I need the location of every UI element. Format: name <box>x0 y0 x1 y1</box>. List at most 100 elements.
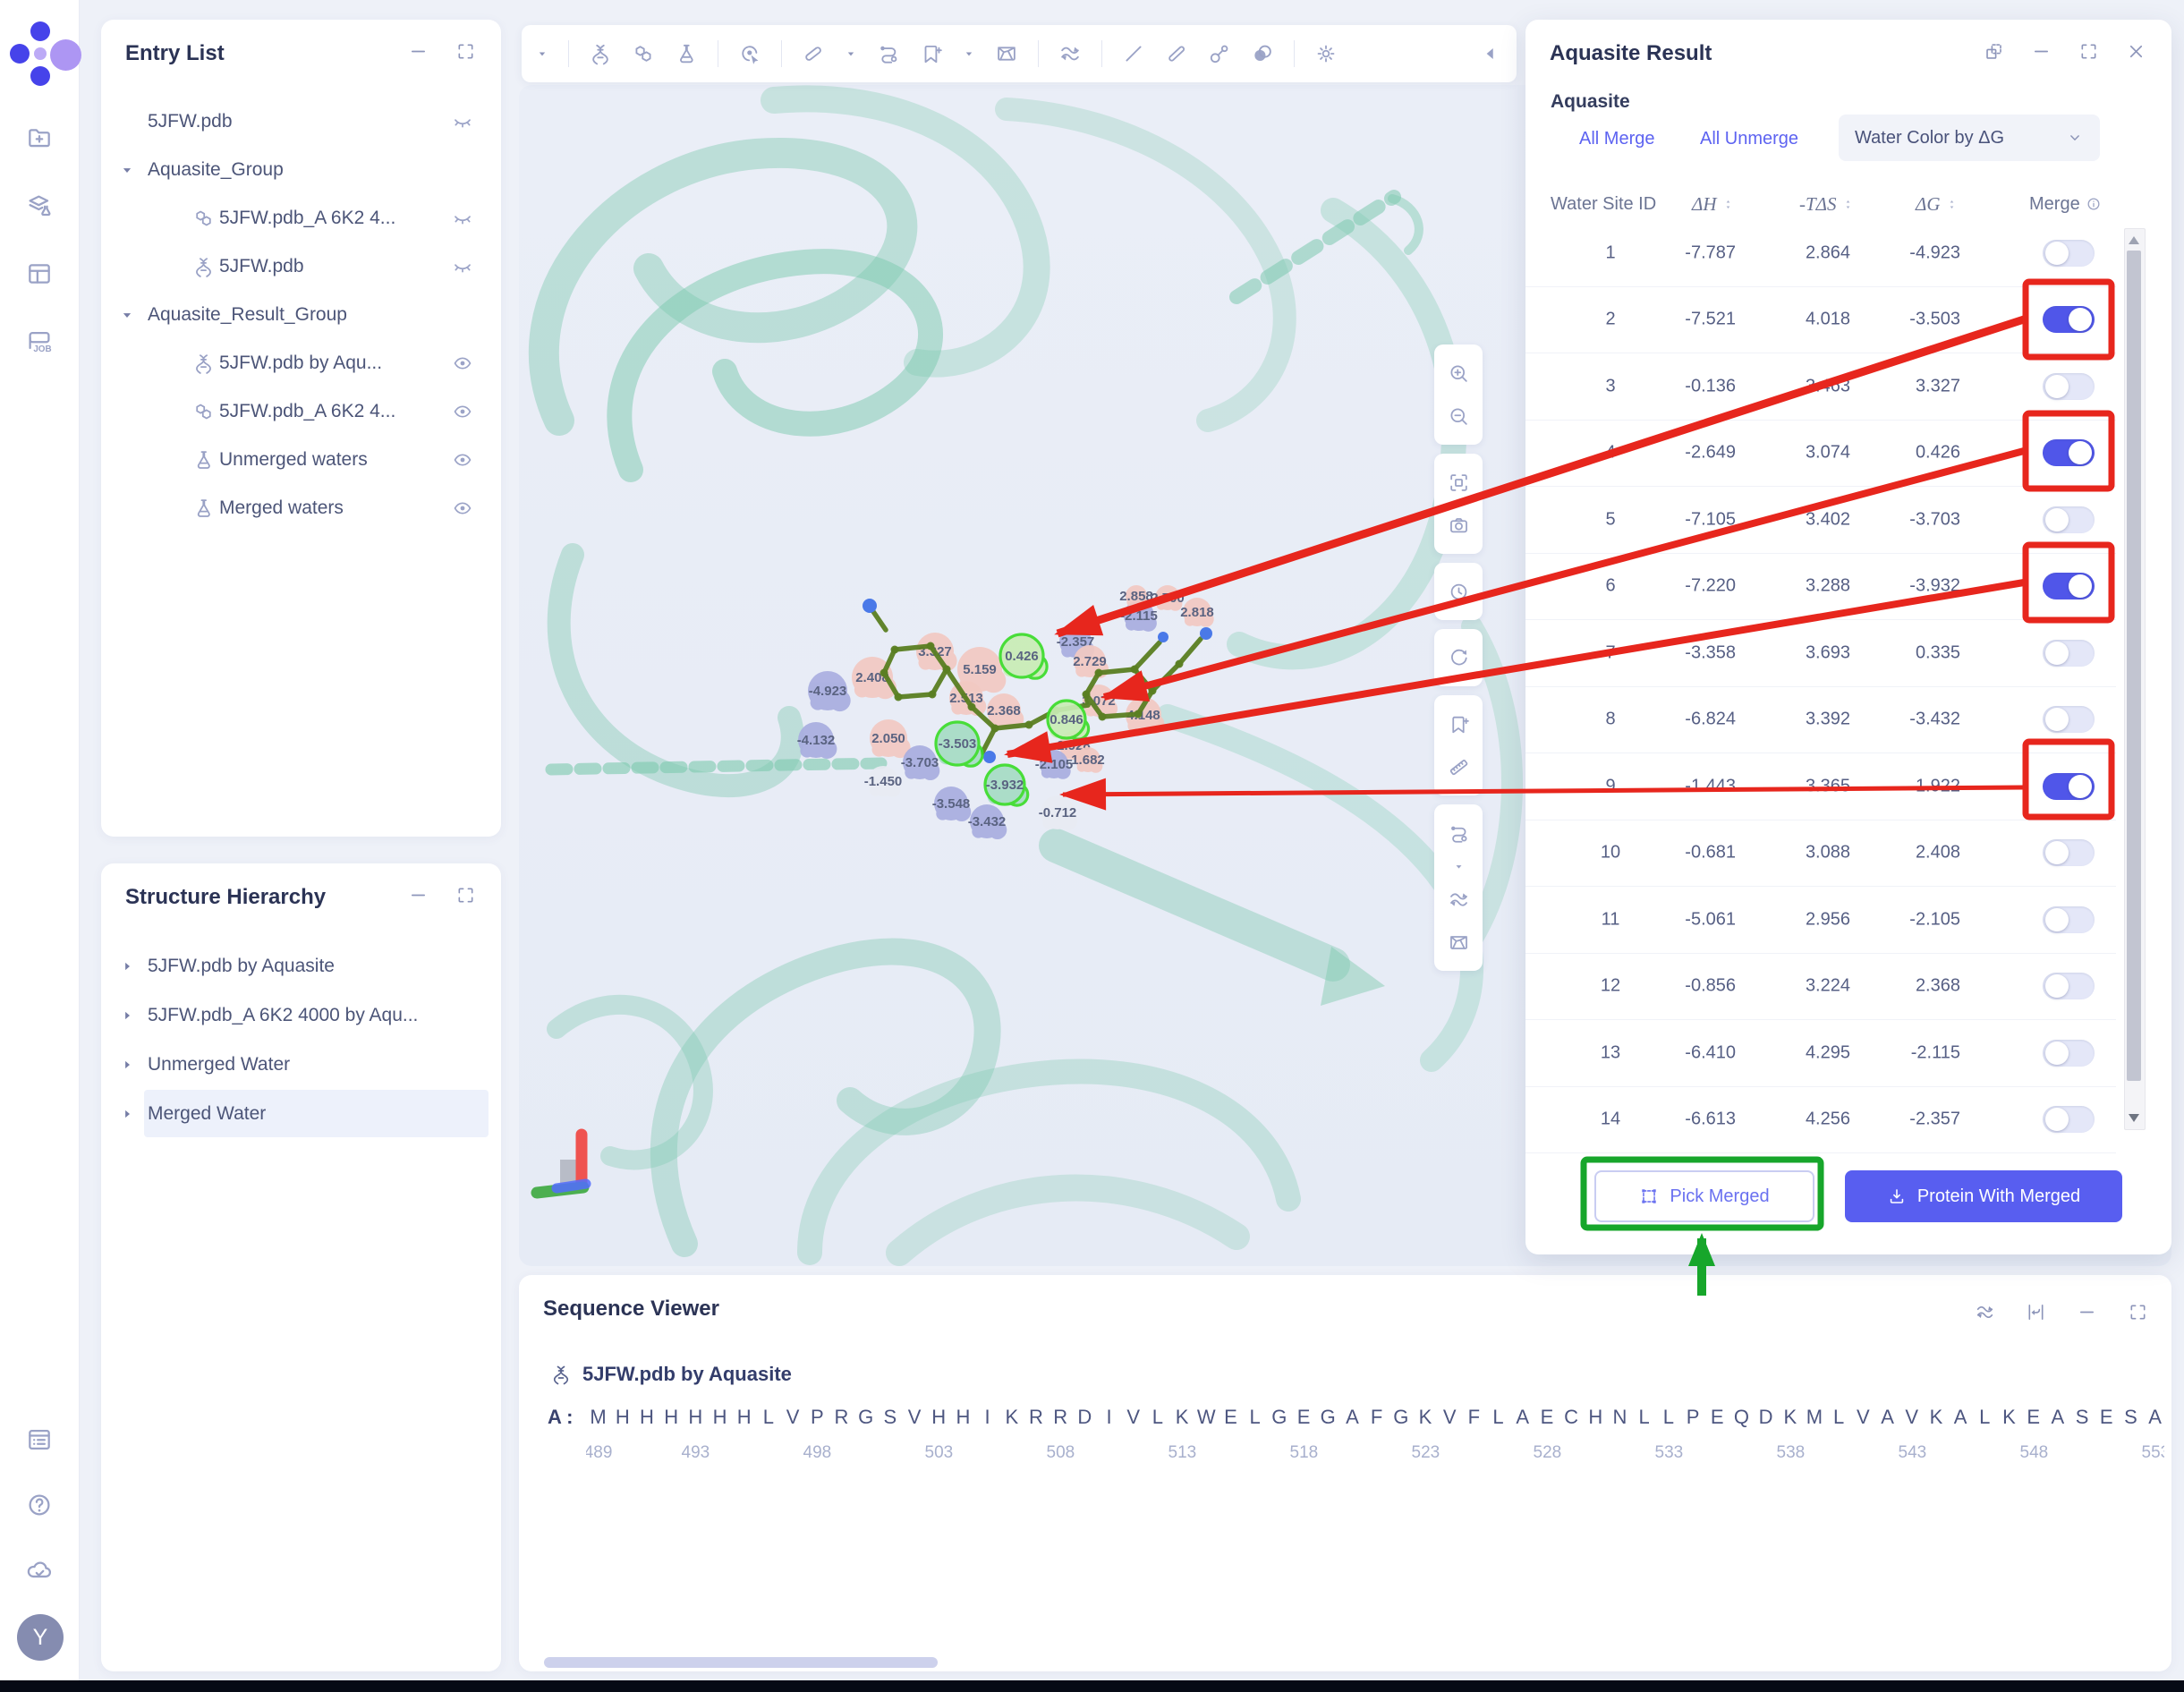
toolbar-helix-button[interactable] <box>589 42 612 65</box>
viewer-bookmark-plus-button[interactable] <box>1434 702 1483 745</box>
water-site[interactable]: 2.050 <box>870 719 911 758</box>
residue[interactable]: E <box>1705 1406 1729 1433</box>
merge-toggle[interactable] <box>2043 506 2095 533</box>
viewer-zoom-out-button[interactable] <box>1434 395 1483 438</box>
scroll-up-icon[interactable] <box>2129 236 2139 244</box>
entry-list-item[interactable]: 5JFW.pdb <box>101 98 501 146</box>
residue[interactable]: W <box>1194 1406 1219 1433</box>
merge-toggle[interactable] <box>2043 640 2095 667</box>
toolbar-flask-button[interactable] <box>675 42 698 65</box>
col-merge[interactable]: Merge <box>2029 188 2102 220</box>
water-color-dropdown[interactable]: Water Color by ΔG <box>1839 115 2100 161</box>
toolbar-gear-button[interactable] <box>1314 42 1338 65</box>
entry-list-item[interactable]: 5JFW.pdb <box>101 242 501 291</box>
water-row[interactable]: 5-7.1053.402-3.703 <box>1525 487 2116 554</box>
sidebar-help-button[interactable] <box>25 1491 54 1519</box>
entry-list-item[interactable]: 5JFW.pdb_A 6K2 4... <box>101 387 501 436</box>
entry-list-item[interactable]: Unmerged waters <box>101 436 501 484</box>
viewer-ruler-button[interactable] <box>1434 745 1483 788</box>
hierarchy-item[interactable]: Merged Water <box>101 1089 501 1138</box>
hierarchy-item[interactable]: 5JFW.pdb_A 6K2 4000 by Aqu... <box>101 991 501 1040</box>
residue[interactable]: D <box>1073 1406 1097 1433</box>
residue[interactable]: M <box>586 1406 610 1433</box>
residue[interactable]: H <box>708 1406 732 1433</box>
structure-hierarchy-minus-button[interactable] <box>408 885 429 910</box>
residue[interactable]: H <box>732 1406 756 1433</box>
residue[interactable]: E <box>1219 1406 1243 1433</box>
merge-toggle[interactable] <box>2043 973 2095 999</box>
residue[interactable]: V <box>1438 1406 1462 1433</box>
water-row[interactable]: 9-1.4433.3651.922 <box>1525 753 2116 820</box>
residue[interactable]: L <box>1243 1406 1267 1433</box>
scroll-down-icon[interactable] <box>2129 1114 2139 1122</box>
residue[interactable]: L <box>1486 1406 1510 1433</box>
protein-with-merged-button[interactable]: Protein With Merged <box>1845 1170 2122 1222</box>
col-water-site-id[interactable]: Water Site ID <box>1551 188 1656 220</box>
residue[interactable]: F <box>1462 1406 1486 1433</box>
merge-toggle[interactable] <box>2043 240 2095 267</box>
residue[interactable]: R <box>1049 1406 1073 1433</box>
water-site[interactable]: -3.432 <box>968 804 1007 839</box>
table-scrollbar[interactable] <box>2124 228 2146 1130</box>
residue[interactable]: H <box>951 1406 975 1433</box>
hierarchy-item[interactable]: Unmerged Water <box>101 1040 501 1089</box>
toolbar-path-button[interactable] <box>877 42 900 65</box>
residue[interactable]: G <box>1267 1406 1291 1433</box>
residue[interactable]: C <box>1559 1406 1584 1433</box>
aquasite-dock-button[interactable] <box>1984 41 2004 66</box>
col-tds[interactable]: -TΔS <box>1799 188 1854 220</box>
water-site[interactable]: 2.858 <box>1119 585 1153 608</box>
viewer-caret-down-button[interactable] <box>1434 855 1483 878</box>
residue[interactable]: H <box>634 1406 659 1433</box>
merge-toggle[interactable] <box>2043 773 2095 800</box>
entry-list-fullscreen-button[interactable] <box>455 41 476 66</box>
toolbar-caret-down-button[interactable] <box>845 47 857 60</box>
merge-toggle[interactable] <box>2043 839 2095 866</box>
aquasite-minus-button[interactable] <box>2031 41 2052 66</box>
residue[interactable]: H <box>610 1406 634 1433</box>
toolbar-caret-down-button[interactable] <box>536 47 548 60</box>
residue[interactable]: S <box>2119 1406 2143 1433</box>
residue[interactable]: V <box>902 1406 926 1433</box>
pick-merged-button[interactable]: Pick Merged <box>1594 1170 1814 1222</box>
residue[interactable]: K <box>1170 1406 1194 1433</box>
water-row[interactable]: 12-0.8563.2242.368 <box>1525 954 2116 1021</box>
entry-list-item[interactable]: 5JFW.pdb_A 6K2 4... <box>101 194 501 242</box>
water-site[interactable]: -3.548 <box>932 786 972 821</box>
water-site[interactable]: 2.818 <box>1180 598 1214 627</box>
residue[interactable]: H <box>927 1406 951 1433</box>
residue[interactable]: P <box>1680 1406 1704 1433</box>
col-dh[interactable]: ΔH <box>1692 188 1734 220</box>
eye-closed-icon[interactable] <box>452 111 473 132</box>
hierarchy-item[interactable]: 5JFW.pdb by Aquasite <box>101 941 501 991</box>
merge-toggle[interactable] <box>2043 439 2095 466</box>
residue[interactable]: G <box>1316 1406 1340 1433</box>
residue[interactable]: L <box>756 1406 780 1433</box>
residue[interactable]: E <box>1291 1406 1315 1433</box>
residue[interactable]: V <box>1899 1406 1924 1433</box>
toolbar-ballstick-button[interactable] <box>1208 42 1231 65</box>
entry-list-item[interactable]: 5JFW.pdb by Aqu... <box>101 339 501 387</box>
residue[interactable]: H <box>1584 1406 1608 1433</box>
water-row[interactable]: 14-6.6134.256-2.357 <box>1525 1087 2116 1154</box>
toolbar-caret-down-button[interactable] <box>963 47 975 60</box>
water-row[interactable]: 7-3.3583.6930.335 <box>1525 620 2116 687</box>
residue[interactable]: K <box>1413 1406 1437 1433</box>
sequence-scrollbar[interactable] <box>544 1657 938 1668</box>
residue[interactable]: I <box>1097 1406 1121 1433</box>
merge-toggle[interactable] <box>2043 906 2095 933</box>
merge-toggle[interactable] <box>2043 573 2095 599</box>
viewer-swap-button[interactable] <box>1434 878 1483 921</box>
water-row[interactable]: 6-7.2203.288-3.932 <box>1525 554 2116 621</box>
entry-list-item[interactable]: Merged waters <box>101 484 501 532</box>
viewer-refresh-button[interactable] <box>1434 636 1483 679</box>
viewer-camera-button[interactable] <box>1434 504 1483 547</box>
sidebar-job-button[interactable] <box>25 327 54 356</box>
toolbar-panorama-button[interactable] <box>995 42 1018 65</box>
residue[interactable]: L <box>1973 1406 1997 1433</box>
eye-open-icon[interactable] <box>452 353 473 374</box>
residue[interactable]: P <box>805 1406 829 1433</box>
toolbar-eraser-button[interactable] <box>802 42 825 65</box>
toolbar-swap-button[interactable] <box>1058 42 1082 65</box>
sequence-wrap-button[interactable] <box>2026 1302 2046 1327</box>
